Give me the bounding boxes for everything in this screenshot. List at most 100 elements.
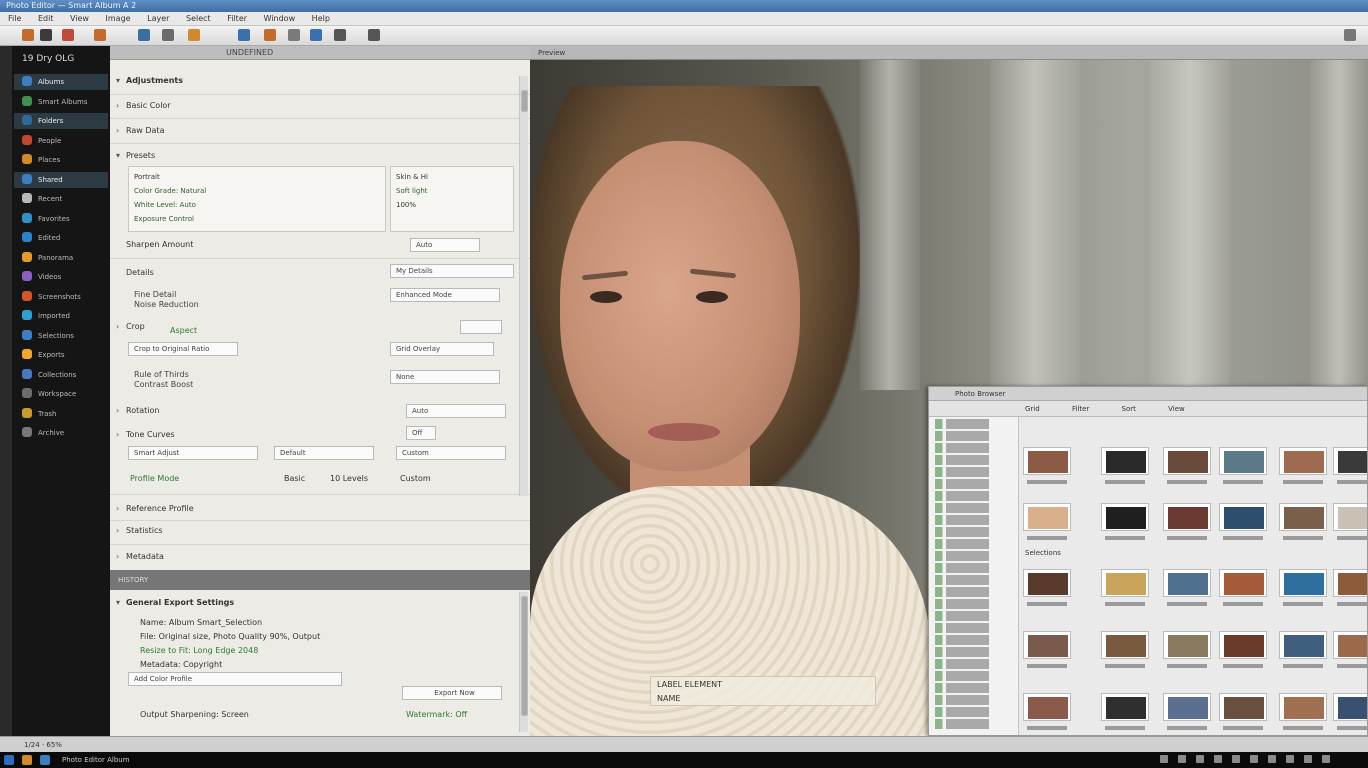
row-raw-data[interactable]: › Raw Data	[116, 126, 520, 135]
photo-thumbnail[interactable]	[1219, 447, 1267, 475]
folder-row[interactable]	[935, 443, 1012, 453]
folder-row[interactable]	[935, 695, 1012, 705]
folder-row[interactable]	[935, 467, 1012, 477]
photo-thumbnail[interactable]	[1333, 503, 1367, 531]
photo-browser-window[interactable]: Photo Browser Grid Filter Sort View Sele…	[928, 386, 1368, 736]
folder-row[interactable]	[935, 611, 1012, 621]
folder-row[interactable]	[935, 683, 1012, 693]
taskbar-app-label[interactable]: Photo Editor Album	[62, 752, 130, 768]
tray-icon[interactable]	[1322, 755, 1330, 763]
grid-button[interactable]: Grid	[1025, 405, 1040, 413]
export-button[interactable]: Export Now	[402, 686, 502, 700]
folder-row[interactable]	[935, 527, 1012, 537]
rotation-field[interactable]: None	[390, 370, 500, 384]
sidebar-item[interactable]: Imported	[14, 308, 108, 324]
folder-row[interactable]	[935, 647, 1012, 657]
sidebar-item[interactable]: Smart Albums	[14, 94, 108, 110]
sidebar-item[interactable]: Edited	[14, 230, 108, 246]
photo-thumbnail[interactable]	[1219, 503, 1267, 531]
menu-select[interactable]: Select	[186, 14, 211, 23]
sidebar-item[interactable]: Selections	[14, 328, 108, 344]
photo-thumbnail[interactable]	[1023, 569, 1071, 597]
photo-thumbnail[interactable]	[1279, 693, 1327, 721]
photo-thumbnail[interactable]	[1279, 631, 1327, 659]
tray-icon[interactable]	[1178, 755, 1186, 763]
folder-row[interactable]	[935, 455, 1012, 465]
folder-row[interactable]	[935, 563, 1012, 573]
photo-browser-title[interactable]: Photo Browser	[929, 387, 1367, 401]
folder-row[interactable]	[935, 707, 1012, 717]
image-label-tag[interactable]: LABEL ELEMENT NAME	[650, 676, 876, 706]
row-basic-color[interactable]: › Basic Color	[116, 101, 520, 110]
row-metadata[interactable]: › Metadata	[116, 552, 520, 561]
photo-thumbnail[interactable]	[1333, 447, 1367, 475]
folder-row[interactable]	[935, 539, 1012, 549]
preset-box[interactable]: Portrait Color Grade: Natural White Leve…	[128, 166, 386, 232]
sidebar-item[interactable]: People	[14, 133, 108, 149]
sidebar-item[interactable]: Folders	[14, 113, 108, 129]
folder-row[interactable]	[935, 635, 1012, 645]
photo-thumbnail[interactable]	[1101, 693, 1149, 721]
photo-thumbnail[interactable]	[1163, 569, 1211, 597]
brush-icon[interactable]	[334, 29, 346, 41]
photo-thumbnail[interactable]	[1101, 447, 1149, 475]
stamp-icon[interactable]	[62, 29, 74, 41]
tray-icon[interactable]	[1160, 755, 1168, 763]
row-reference-profile[interactable]: › Reference Profile	[116, 504, 520, 513]
folder-row[interactable]	[935, 503, 1012, 513]
close-icon[interactable]	[1344, 29, 1356, 41]
sidebar-item[interactable]: Archive	[14, 425, 108, 441]
grid-overlay-field[interactable]: Grid Overlay	[390, 342, 494, 356]
folder-row[interactable]	[935, 515, 1012, 525]
sharpen-field[interactable]: Auto	[410, 238, 480, 252]
folder-row[interactable]	[935, 659, 1012, 669]
scrollbar-thumb[interactable]	[521, 596, 528, 716]
sidebar-item[interactable]: Collections	[14, 367, 108, 383]
color-profile-field[interactable]: Add Color Profile	[128, 672, 342, 686]
shape-icon[interactable]	[188, 29, 200, 41]
sidebar-item[interactable]: Albums	[14, 74, 108, 90]
zoom-icon[interactable]	[288, 29, 300, 41]
tray-icon[interactable]	[1268, 755, 1276, 763]
details-field[interactable]: My Details	[390, 264, 514, 278]
menu-view[interactable]: View	[70, 14, 89, 23]
photo-thumbnail[interactable]	[1279, 447, 1327, 475]
scrollbar-thumb[interactable]	[521, 90, 528, 112]
sidebar-item[interactable]: Favorites	[14, 211, 108, 227]
folder-row[interactable]	[935, 719, 1012, 729]
move-icon[interactable]	[264, 29, 276, 41]
view-button[interactable]: View	[1168, 405, 1185, 413]
menu-filter[interactable]: Filter	[227, 14, 247, 23]
photo-thumbnail[interactable]	[1219, 631, 1267, 659]
photo-thumbnail[interactable]	[1279, 569, 1327, 597]
sidebar-item[interactable]: Screenshots	[14, 289, 108, 305]
photo-thumbnail[interactable]	[1219, 693, 1267, 721]
photo-thumbnail[interactable]	[1163, 693, 1211, 721]
rotation-toggle[interactable]: Auto	[406, 404, 506, 418]
menu-file[interactable]: File	[8, 14, 21, 23]
menu-window[interactable]: Window	[264, 14, 296, 23]
folder-row[interactable]	[935, 575, 1012, 585]
brush-icon[interactable]	[22, 29, 34, 41]
folder-row[interactable]	[935, 491, 1012, 501]
pencil-icon[interactable]	[138, 29, 150, 41]
photo-thumbnail[interactable]	[1023, 503, 1071, 531]
sidebar-item[interactable]: Exports	[14, 347, 108, 363]
folder-row[interactable]	[935, 671, 1012, 681]
select-icon[interactable]	[238, 29, 250, 41]
photo-thumbnail[interactable]	[1023, 631, 1071, 659]
scene-custom[interactable]: Custom	[396, 446, 506, 460]
photo-thumbnail[interactable]	[1101, 503, 1149, 531]
tray-icon[interactable]	[1250, 755, 1258, 763]
photo-thumbnail[interactable]	[1023, 693, 1071, 721]
row-profile-mode[interactable]: Profile Mode	[130, 474, 250, 483]
sidebar-item[interactable]: Workspace	[14, 386, 108, 402]
photo-thumbnail[interactable]	[1101, 631, 1149, 659]
tray-icon[interactable]	[1196, 755, 1204, 763]
menu-edit[interactable]: Edit	[38, 14, 54, 23]
photo-thumbnail[interactable]	[1333, 569, 1367, 597]
tray-icon[interactable]	[1286, 755, 1294, 763]
sidebar-item[interactable]: Panorama	[14, 250, 108, 266]
menu-layer[interactable]: Layer	[147, 14, 169, 23]
crop-aspect[interactable]: Aspect	[170, 326, 290, 335]
